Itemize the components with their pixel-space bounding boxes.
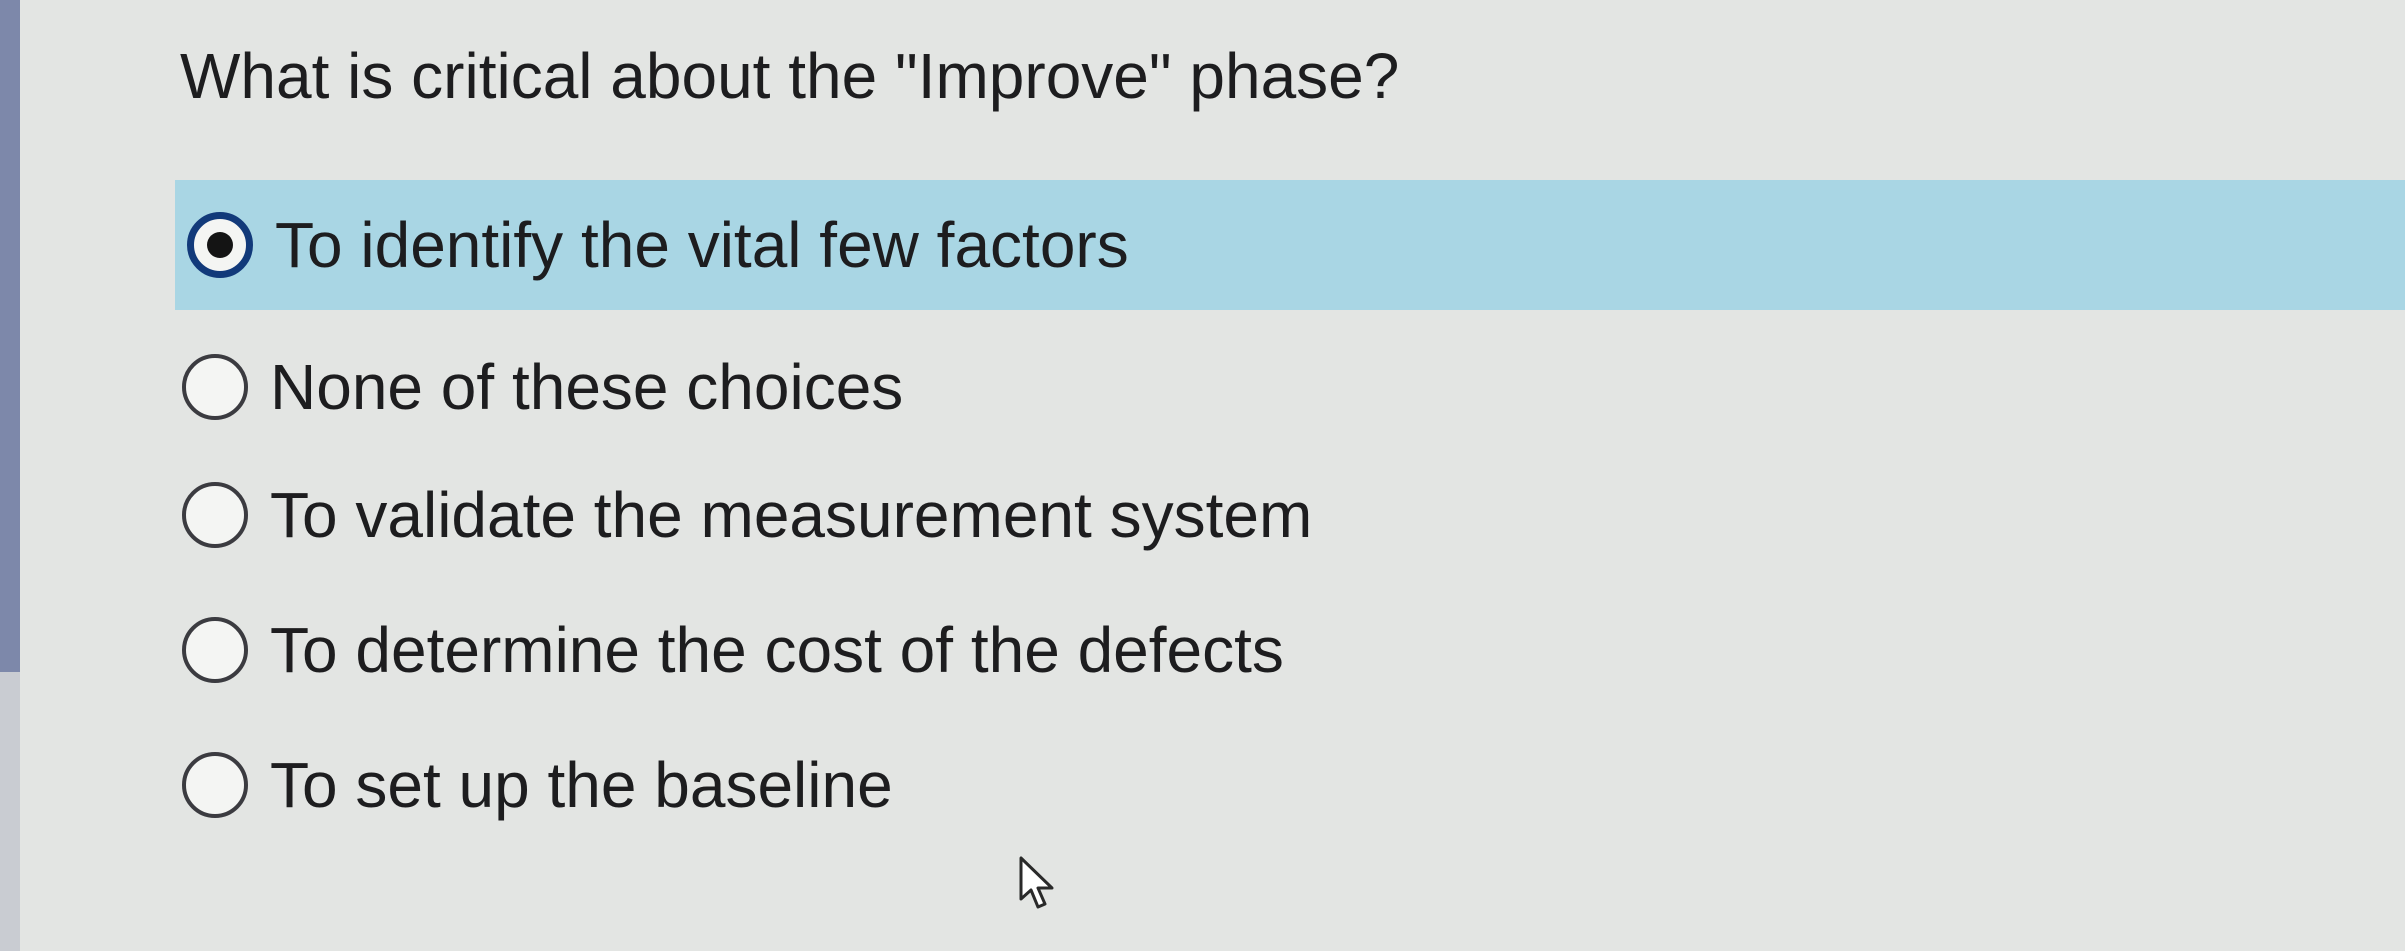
radio-dot-icon [207, 232, 233, 258]
option-set-up-baseline[interactable]: To set up the baseline [170, 720, 893, 850]
option-label: To determine the cost of the defects [270, 614, 1284, 686]
radio-button[interactable] [182, 752, 248, 818]
radio-button[interactable] [182, 617, 248, 683]
radio-button[interactable] [182, 354, 248, 420]
option-none-of-these[interactable]: None of these choices [170, 322, 903, 452]
answer-options: To identify the vital few factors None o… [0, 0, 2405, 951]
option-determine-cost-of-defects[interactable]: To determine the cost of the defects [170, 585, 1284, 715]
option-label: To set up the baseline [270, 749, 893, 821]
option-label: To validate the measurement system [270, 479, 1313, 551]
option-validate-measurement-system[interactable]: To validate the measurement system [170, 450, 1312, 580]
radio-button-selected[interactable] [187, 212, 253, 278]
option-identify-vital-few-factors[interactable]: To identify the vital few factors [175, 180, 2405, 310]
mouse-pointer-icon [1019, 856, 1054, 909]
option-label: To identify the vital few factors [275, 209, 1129, 281]
radio-button[interactable] [182, 482, 248, 548]
option-label: None of these choices [270, 351, 904, 423]
